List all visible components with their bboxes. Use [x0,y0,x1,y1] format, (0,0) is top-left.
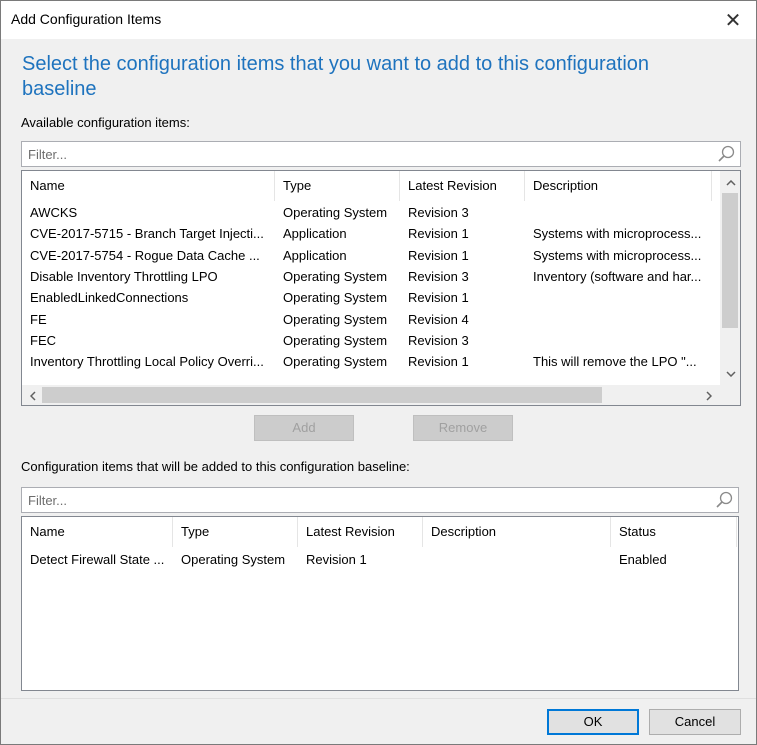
available-vertical-scrollbar[interactable] [720,171,740,387]
table-cell: Inventory Throttling Local Policy Overri… [30,354,264,370]
column-header-type[interactable]: Type [275,171,400,201]
table-cell: Revision 4 [408,311,469,327]
table-cell: Inventory (software and har... [533,268,702,284]
close-icon: ✕ [724,9,742,32]
table-cell: Revision 3 [408,268,469,284]
chevron-right-icon[interactable] [700,387,717,404]
table-cell: Systems with microprocess... [533,247,702,263]
table-cell: Application [283,247,347,263]
available-filter [21,141,741,167]
available-filter-input[interactable] [26,145,710,163]
dialog-window: Add Configuration Items ✕ Select the con… [0,0,757,745]
dialog-footer: OK Cancel [1,698,756,744]
table-row[interactable]: FEC Operating System Revision 3 [22,330,712,351]
selected-items-label: Configuration items that will be added t… [21,459,410,474]
dialog-title: Add Configuration Items [11,11,162,27]
table-cell [525,330,712,351]
available-vertical-scroll-thumb[interactable] [722,193,738,328]
available-horizontal-scroll-thumb[interactable] [42,387,602,403]
table-row[interactable]: EnabledLinkedConnections Operating System… [22,287,712,308]
column-header-description[interactable]: Description [423,517,611,547]
table-cell: FE [30,311,47,327]
table-cell: Revision 1 [408,247,469,263]
table-row[interactable]: AWCKS Operating System Revision 3 [22,202,712,223]
table-cell: Revision 3 [408,332,469,348]
table-cell: This will remove the LPO "... [533,354,697,370]
remove-button[interactable]: Remove [413,415,513,441]
column-header-status[interactable]: Status [611,517,737,547]
chevron-left-icon[interactable] [24,387,41,404]
search-icon[interactable] [714,490,734,510]
table-cell: Operating System [283,290,388,306]
table-cell: Revision 1 [408,354,469,370]
table-cell: FEC [30,332,56,348]
table-cell: Operating System [181,552,286,567]
column-header-latest-revision[interactable]: Latest Revision [298,517,423,547]
add-button[interactable]: Add [254,415,354,441]
table-cell: AWCKS [30,205,78,220]
table-cell: Operating System [283,354,388,370]
available-list-header: Name Type Latest Revision Description [22,171,740,201]
column-header-description[interactable]: Description [525,171,712,201]
table-cell: Revision 1 [408,290,469,306]
selected-list-header: Name Type Latest Revision Description St… [22,517,738,547]
column-header-name[interactable]: Name [22,171,275,201]
table-cell [525,309,712,330]
table-cell: EnabledLinkedConnections [30,290,189,306]
column-header-name[interactable]: Name [22,517,173,547]
table-cell [525,287,712,308]
table-cell: Operating System [283,311,388,327]
table-cell: Operating System [283,268,388,284]
table-cell: CVE-2017-5754 - Rogue Data Cache ... [30,247,260,263]
table-cell: Revision 1 [408,226,469,242]
ok-button[interactable]: OK [547,709,639,735]
table-row[interactable]: CVE-2017-5754 - Rogue Data Cache ... Appl… [22,245,712,266]
cancel-button[interactable]: Cancel [649,709,741,735]
title-bar: Add Configuration Items ✕ [1,1,756,39]
table-cell: Operating System [283,332,388,348]
scrollbar-corner [720,385,740,405]
table-cell: Application [283,226,347,242]
page-heading: Select the configuration items that you … [22,53,650,100]
table-row[interactable]: CVE-2017-5715 - Branch Target Injecti...… [22,223,712,244]
table-row[interactable]: FE Operating System Revision 4 [22,309,712,330]
table-cell: Operating System [283,205,388,220]
chevron-down-icon[interactable] [722,365,739,382]
chevron-up-icon[interactable] [722,174,739,191]
close-button[interactable]: ✕ [710,1,756,39]
table-cell: Enabled [619,552,667,567]
table-cell: Systems with microprocess... [533,226,702,242]
table-row[interactable]: Disable Inventory Throttling LPO Operatin… [22,266,712,287]
selected-filter [21,487,739,513]
available-items-list[interactable]: Name Type Latest Revision Description AW… [21,170,741,406]
available-horizontal-scrollbar[interactable] [22,385,720,405]
selected-filter-input[interactable] [26,491,708,509]
table-cell [423,549,611,570]
table-cell: Revision 3 [408,205,469,220]
selected-items-list[interactable]: Name Type Latest Revision Description St… [21,516,739,691]
table-cell: Detect Firewall State ... [30,552,165,567]
table-row[interactable]: Inventory Throttling Local Policy Overri… [22,351,712,372]
available-items-label: Available configuration items: [21,115,190,130]
table-cell: Revision 1 [306,552,367,567]
table-cell: CVE-2017-5715 - Branch Target Injecti... [30,226,264,242]
table-row[interactable]: Detect Firewall State ... Operating Syste… [22,549,737,570]
column-header-type[interactable]: Type [173,517,298,547]
table-cell [525,202,712,223]
table-cell: Disable Inventory Throttling LPO [30,268,218,284]
search-icon[interactable] [716,144,736,164]
column-header-latest-revision[interactable]: Latest Revision [400,171,525,201]
